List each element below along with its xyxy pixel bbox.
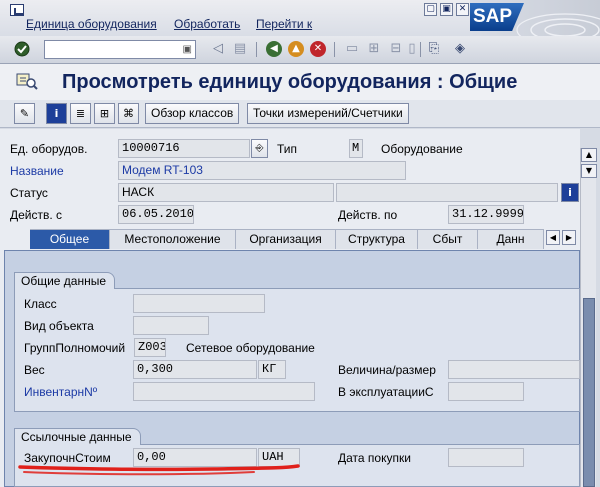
object-type-field[interactable]: [133, 316, 209, 335]
equipment-field[interactable]: 10000716: [118, 139, 250, 158]
annotation-underline-icon: [18, 464, 300, 476]
valid-from-label: Действ. с: [10, 208, 63, 222]
tab-general[interactable]: Общее: [30, 229, 110, 249]
tab-structure[interactable]: Структура: [336, 229, 418, 249]
maximize-icon[interactable]: ▣: [440, 3, 453, 16]
application-toolbar: ✎ i ≣ ⊞ ⌘ Обзор классов Точки измерений/…: [0, 100, 600, 128]
tab-data[interactable]: Данн: [478, 229, 544, 249]
scroll-down-icon[interactable]: ▼: [581, 164, 597, 178]
back-icon[interactable]: ◀: [266, 41, 282, 57]
object-type-label: Вид объекта: [24, 319, 94, 333]
find-icon: ⊞: [368, 41, 380, 56]
measuring-points-button[interactable]: Точки измерений/Счетчики: [247, 103, 409, 124]
exit-icon[interactable]: ▲: [288, 41, 304, 57]
new-session-icon[interactable]: ⎘: [426, 41, 442, 57]
menu-edit[interactable]: Обработать: [174, 17, 240, 31]
size-field[interactable]: [448, 360, 580, 379]
class-label: Класс: [24, 297, 57, 311]
hierarchy-icon[interactable]: ⊞: [94, 103, 115, 124]
document-list-icon[interactable]: ≣: [70, 103, 91, 124]
class-field[interactable]: [133, 294, 265, 313]
inventory-field[interactable]: [133, 382, 315, 401]
tab-scroll-left-icon[interactable]: ◀: [546, 230, 560, 245]
minimize-icon[interactable]: ▢: [424, 3, 437, 16]
enter-checkmark-icon[interactable]: [14, 41, 30, 57]
name-label: Название: [10, 164, 64, 178]
system-toolbar: ▣ ◁ ▤ ◀ ▲ ✕ ▭ ⊞ ⊟ ▯ ⎘ ◈: [0, 36, 600, 64]
tab-location[interactable]: Местоположение: [110, 229, 236, 249]
valid-to-label: Действ. по: [338, 208, 398, 222]
tab-sales[interactable]: Сбыт: [418, 229, 478, 249]
back-arrow-icon[interactable]: ◁: [210, 41, 226, 57]
print-icon: ▭: [345, 41, 359, 56]
type-text: Оборудование: [381, 142, 463, 156]
tab-scroll-right-icon[interactable]: ▶: [562, 230, 576, 245]
status-field[interactable]: НАСК: [118, 183, 334, 202]
valid-from-field[interactable]: 06.05.2010: [118, 205, 194, 224]
status-info-icon[interactable]: i: [561, 183, 579, 202]
reference-data-title: Ссылочные данные: [14, 428, 141, 445]
weight-unit-field[interactable]: КГ: [258, 360, 286, 379]
equipment-label: Ед. оборудов.: [10, 142, 88, 156]
shortcut-icon[interactable]: ◈: [452, 41, 468, 57]
command-history-icon[interactable]: ▣: [183, 44, 192, 55]
display-change-pencil-icon[interactable]: ✎: [14, 103, 35, 124]
first-page-icon: ▯: [408, 41, 416, 56]
inventory-label: ИнвентарнNº: [24, 385, 98, 399]
status-label: Статус: [10, 186, 48, 200]
acq-date-label: Дата покупки: [338, 451, 411, 465]
vertical-scrollbar[interactable]: ▲ ▼: [580, 148, 597, 487]
class-overview-button[interactable]: Обзор классов: [145, 103, 240, 124]
size-label: Величина/размер: [338, 363, 436, 377]
scroll-up-icon[interactable]: ▲: [581, 148, 597, 162]
sap-brand-area: SAP: [470, 0, 600, 36]
type-field[interactable]: M: [349, 139, 363, 158]
page-title: Просмотреть единицу оборудования : Общие: [62, 71, 518, 93]
tab-organization[interactable]: Организация: [236, 229, 336, 249]
startup-field[interactable]: [448, 382, 524, 401]
equipment-detail-icon[interactable]: ⎆: [251, 139, 268, 158]
tab-strip: Общее Местоположение Организация Структу…: [18, 229, 578, 249]
menu-goto[interactable]: Перейти к: [256, 17, 312, 31]
cancel-icon[interactable]: ✕: [310, 41, 326, 57]
auth-group-label: ГруппПолномочий: [24, 341, 126, 355]
name-field[interactable]: Модем RT-103: [118, 161, 406, 180]
acq-date-field[interactable]: [448, 448, 524, 467]
weight-label: Вес: [24, 363, 45, 377]
menu-equipment[interactable]: Единица оборудования: [26, 17, 157, 31]
find-next-icon: ⊟: [390, 41, 402, 56]
command-field[interactable]: ▣: [44, 40, 196, 59]
weight-field[interactable]: 0,300: [133, 360, 257, 379]
general-data-title: Общие данные: [14, 272, 116, 289]
type-label: Тип: [277, 142, 298, 156]
menu-bar: Единица оборудования Обработать Перейти …: [0, 0, 600, 36]
info-icon[interactable]: i: [46, 103, 67, 124]
app-menu-icon[interactable]: [10, 4, 24, 16]
auth-group-text: Сетевое оборудование: [186, 341, 315, 355]
valid-to-field[interactable]: 31.12.9999: [448, 205, 524, 224]
startup-label: В эксплуатацииС: [338, 385, 434, 399]
close-window-icon[interactable]: ✕: [456, 3, 469, 16]
save-disk-icon: ▤: [233, 41, 247, 56]
display-equipment-icon: [16, 72, 38, 90]
scroll-thumb[interactable]: [583, 298, 595, 487]
auth-group-field[interactable]: Z003: [134, 338, 166, 357]
classification-icon[interactable]: ⌘: [118, 103, 139, 124]
user-status-field[interactable]: [336, 183, 558, 202]
